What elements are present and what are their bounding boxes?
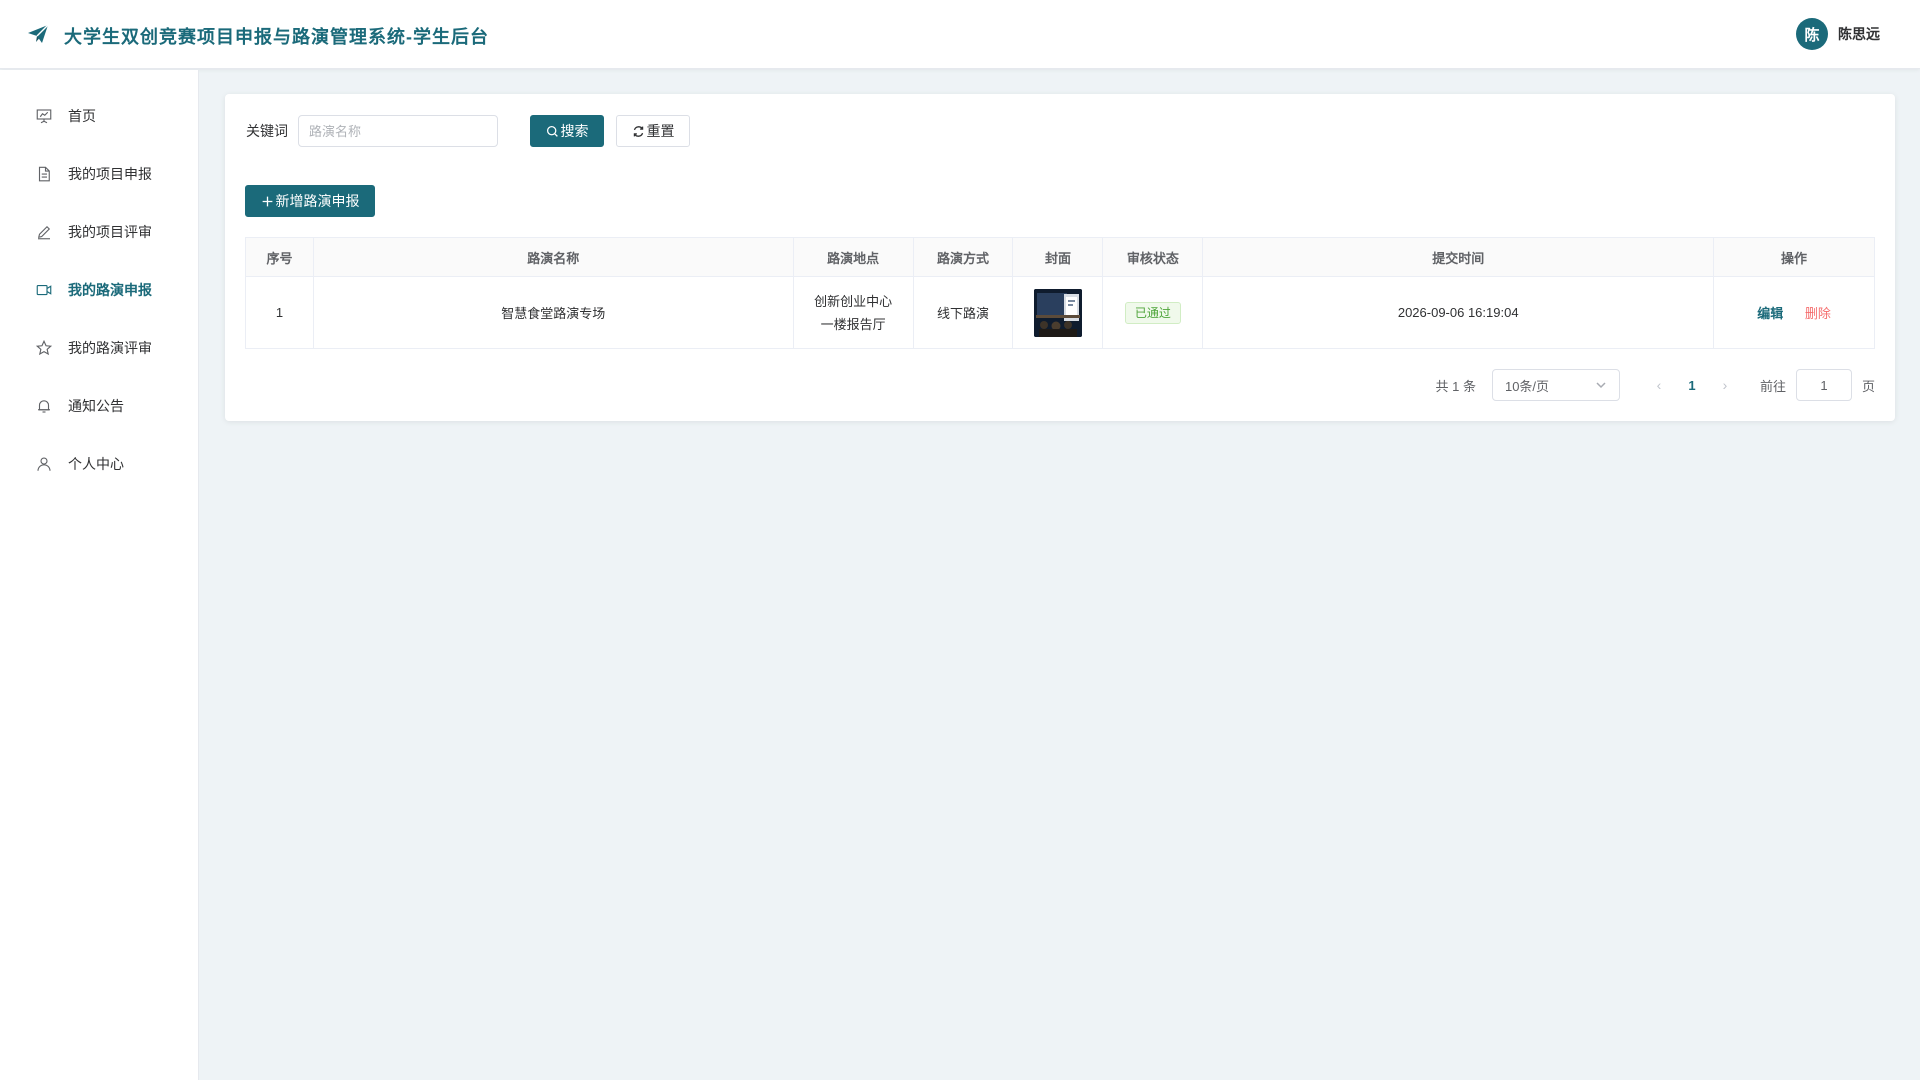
column-header-location: 路演地点 — [792, 237, 914, 277]
sidebar-item-my-roadshow-applications[interactable]: 我的路演申报 — [0, 261, 198, 319]
paper-plane-icon — [28, 24, 49, 43]
column-header-actions: 操作 — [1713, 237, 1875, 277]
add-roadshow-button[interactable]: 新增路演申报 — [245, 185, 375, 217]
reset-button-label: 重置 — [646, 123, 675, 139]
user-menu[interactable]: 陈 陈思远 — [1796, 18, 1880, 50]
sidebar-item-my-project-reviews[interactable]: 我的项目评审 — [0, 203, 198, 261]
chevron-down-icon — [1596, 382, 1606, 389]
roadshow-table: 序号 路演名称 路演地点 路演方式 封面 审核状态 提交时间 操作 1 智慧食堂… — [245, 237, 1875, 349]
sidebar-item-profile[interactable]: 个人中心 — [0, 435, 198, 493]
search-button-label: 搜索 — [560, 123, 589, 139]
sidebar-item-announcements[interactable]: 通知公告 — [0, 377, 198, 435]
pen-icon — [34, 222, 54, 242]
cover-image — [1033, 288, 1082, 337]
sidebar-item-label: 我的项目申报 — [68, 166, 152, 182]
page-size-select[interactable]: 10条/页 — [1491, 369, 1620, 401]
sidebar-item-home[interactable]: 首页 — [0, 87, 198, 145]
sidebar-item-label: 首页 — [68, 108, 96, 124]
main-card: 关键词 搜索 重置 新增路演申报 序号 路演名称 路演地点 路演方式 封面 审核… — [225, 94, 1895, 421]
username[interactable]: 陈思远 — [1838, 24, 1880, 44]
video-camera-icon — [34, 280, 54, 300]
table-row: 1 智慧食堂路演专场 创新创业中心 一楼报告厅 线下路演 已通过 2026-09… — [245, 276, 1875, 349]
prev-page-button[interactable]: ‹ — [1644, 377, 1674, 393]
goto-label: 前往 — [1759, 378, 1786, 394]
avatar[interactable]: 陈 — [1796, 18, 1828, 50]
column-header-status: 审核状态 — [1102, 237, 1204, 277]
cell-submit-time: 2026-09-06 16:19:04 — [1202, 276, 1715, 349]
plus-icon — [262, 196, 272, 206]
page-number-current[interactable]: 1 — [1674, 378, 1710, 393]
sidebar-item-label: 我的路演评审 — [68, 340, 152, 356]
cell-mode: 线下路演 — [912, 276, 1014, 349]
bell-icon — [34, 396, 54, 416]
search-bar: 关键词 搜索 重置 — [246, 115, 690, 147]
search-button[interactable]: 搜索 — [530, 115, 604, 147]
column-header-submit-time: 提交时间 — [1202, 237, 1715, 277]
reset-button[interactable]: 重置 — [616, 115, 690, 147]
delete-link[interactable]: 删除 — [1805, 306, 1831, 321]
cell-status: 已通过 — [1102, 276, 1204, 349]
column-header-name: 路演名称 — [312, 237, 794, 277]
top-header: 大学生双创竞赛项目申报与路演管理系统-学生后台 陈 陈思远 — [0, 0, 1920, 69]
sidebar-item-my-roadshow-reviews[interactable]: 我的路演评审 — [0, 319, 198, 377]
app-title: 大学生双创竞赛项目申报与路演管理系统-学生后台 — [64, 27, 489, 47]
sidebar: 首页 我的项目申报 我的项目评审 我的路演申报 我的路演评审 通知公告 个人中心 — [0, 70, 199, 1080]
column-header-cover: 封面 — [1012, 237, 1104, 277]
search-icon — [546, 125, 558, 137]
page-size-value: 10条/页 — [1504, 378, 1550, 394]
search-input[interactable] — [298, 115, 498, 147]
refresh-icon — [633, 125, 643, 137]
cover-thumbnail[interactable] — [1033, 288, 1082, 337]
cell-name: 智慧食堂路演专场 — [312, 276, 794, 349]
pagination: 共 1 条 10条/页 ‹ 1 › 前往 页 — [1435, 369, 1875, 401]
status-badge: 已通过 — [1124, 301, 1181, 324]
sidebar-item-label: 我的项目评审 — [68, 224, 152, 240]
goto-suffix: 页 — [1861, 378, 1875, 394]
total-count: 共 1 条 — [1435, 378, 1476, 394]
keyword-label: 关键词 — [246, 123, 288, 139]
goto-page-input[interactable] — [1795, 369, 1852, 401]
presentation-icon — [34, 106, 54, 126]
cell-index: 1 — [245, 276, 314, 349]
cell-location: 创新创业中心 一楼报告厅 — [792, 276, 914, 349]
sidebar-item-my-project-applications[interactable]: 我的项目申报 — [0, 145, 198, 203]
column-header-mode: 路演方式 — [912, 237, 1014, 277]
add-roadshow-button-label: 新增路演申报 — [275, 193, 360, 209]
sidebar-item-label: 个人中心 — [68, 456, 124, 472]
sidebar-item-label: 我的路演申报 — [68, 282, 152, 298]
column-header-index: 序号 — [245, 237, 314, 277]
user-icon — [34, 454, 54, 474]
next-page-button[interactable]: › — [1710, 377, 1740, 393]
table-header-row: 序号 路演名称 路演地点 路演方式 封面 审核状态 提交时间 操作 — [245, 237, 1875, 277]
edit-link[interactable]: 编辑 — [1757, 306, 1783, 321]
cell-cover — [1012, 276, 1104, 349]
sidebar-item-label: 通知公告 — [68, 398, 124, 414]
star-icon — [34, 338, 54, 358]
cell-actions: 编辑 删除 — [1713, 276, 1875, 349]
document-icon — [34, 164, 54, 184]
